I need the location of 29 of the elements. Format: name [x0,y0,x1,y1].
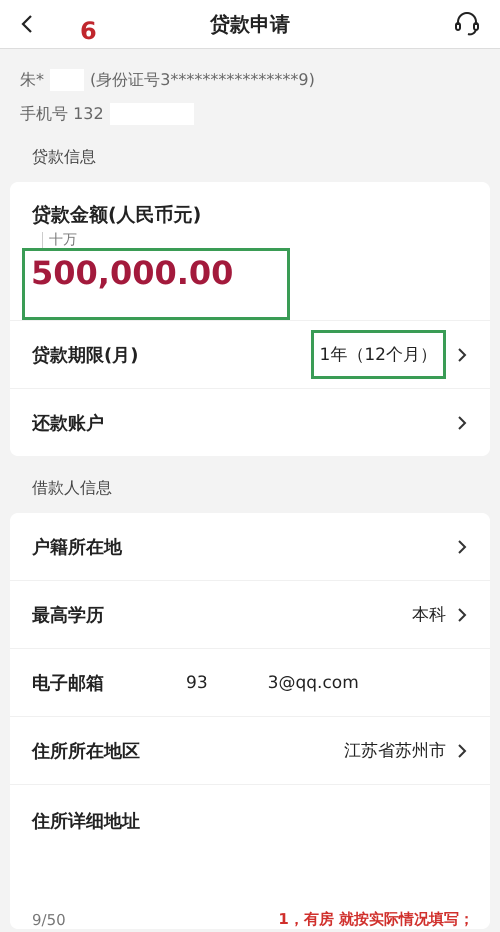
form-row[interactable]: 最高学历 本科 [10,580,490,648]
email-value: 3@qq.com [268,672,359,692]
form-row[interactable]: 还款账户 [10,388,490,456]
section-title: 借款人信息 [31,477,113,499]
applicant-name: 朱* [20,70,44,90]
unit-hint: 十万 [42,232,77,248]
email-value: 93 [186,672,208,692]
id-number: (身份证号3****************9) [90,70,315,90]
form-row[interactable]: 户籍所在地 [10,513,490,580]
form-row[interactable]: 电子邮箱 93 3@qq.com [10,648,490,716]
field-label: 贷款金额(人民币元) [32,203,202,228]
phone-number: 手机号 132 [20,104,104,124]
row-label: 户籍所在地 [32,536,123,558]
row-label: 住所详细地址 [32,810,141,833]
form-row[interactable]: 贷款期限(月) 1年（12个月） [10,320,490,388]
character-counter: 9/50 [32,911,66,929]
row-label: 贷款期限(月) [32,344,140,366]
row-label: 住所所在地区 [32,740,141,762]
row-value: 1年（12个月） [310,330,446,379]
row-label: 电子邮箱 [32,672,105,694]
row-label: 最高学历 [32,604,105,626]
amount-field[interactable]: 500,000.00 [22,248,290,320]
page-title: 贷款申请 [210,12,290,36]
section-title: 贷款信息 [31,146,97,168]
row-label: 还款账户 [32,412,105,434]
annotation-number: 6 [80,17,97,45]
row-value: 本科 [412,604,446,626]
form-row[interactable]: 住所所在地区 江苏省苏州市 [10,716,490,784]
row-value: 江苏省苏州市 [344,740,446,762]
